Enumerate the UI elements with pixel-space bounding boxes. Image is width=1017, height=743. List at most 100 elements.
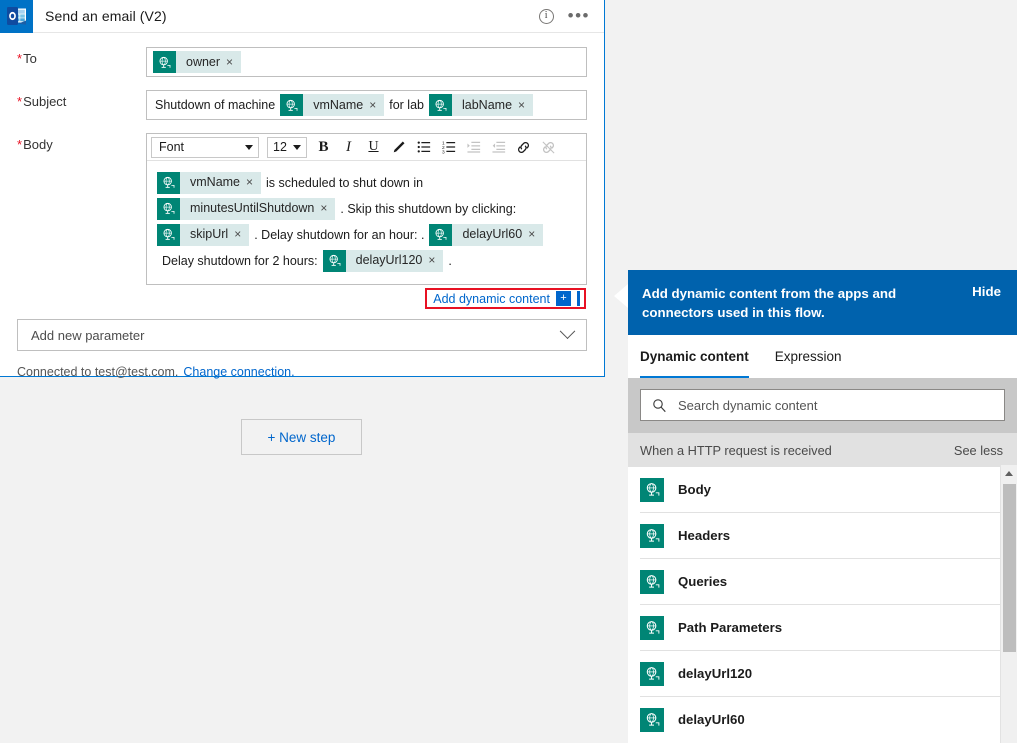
list-item[interactable]: delayUrl120 <box>628 651 1017 696</box>
list-item[interactable]: Queries <box>628 559 1017 604</box>
http-token-icon-glyph <box>163 229 175 241</box>
decrease-indent-icon[interactable] <box>486 135 511 160</box>
token-label: labName <box>462 98 513 112</box>
token-remove-icon[interactable]: × <box>369 98 384 112</box>
token-chip-delayurl60[interactable]: delayUrl60 × <box>429 222 544 247</box>
http-token-icon <box>429 223 453 246</box>
list-item-label: Queries <box>678 574 728 589</box>
bold-button[interactable]: B <box>311 135 336 160</box>
token-remove-icon[interactable]: × <box>428 248 443 273</box>
svg-text:3: 3 <box>442 149 445 154</box>
http-token-icon <box>640 615 664 640</box>
subject-text-2: for lab <box>389 98 424 112</box>
required-indicator: * <box>17 137 23 152</box>
hide-panel-button[interactable]: Hide <box>972 284 1001 299</box>
token-chip-delayurl120[interactable]: delayUrl120 × <box>322 248 444 273</box>
change-connection-link[interactable]: Change connection. <box>183 365 294 379</box>
bulleted-list-icon[interactable] <box>411 135 436 160</box>
chevron-up-icon <box>1005 471 1013 476</box>
token-chip-vmname[interactable]: vmName × <box>280 94 385 116</box>
add-dynamic-content-button[interactable]: Add dynamic content + <box>425 288 586 309</box>
body-text-3: . Delay shutdown for an hour: . <box>254 228 425 242</box>
token-remove-icon[interactable]: × <box>528 222 543 247</box>
divider <box>577 291 580 306</box>
panel-scrollbar[interactable] <box>1000 465 1017 743</box>
http-token-icon-glyph <box>329 255 341 267</box>
http-token-icon-glyph <box>435 99 447 111</box>
add-new-parameter-select[interactable]: Add new parameter <box>17 319 587 351</box>
bold-label: B <box>318 138 329 155</box>
token-chip-minutesuntilshutdown[interactable]: minutesUntilShutdown × <box>157 196 336 221</box>
underline-button[interactable]: U <box>361 135 386 160</box>
token-remove-icon[interactable]: × <box>226 55 241 69</box>
connection-status: Connected to test@test.com. Change connec… <box>17 365 604 379</box>
body-rich-text-editor[interactable]: Font 12 B I U 1 2 3 vmName × is schedule… <box>146 133 587 285</box>
insert-link-icon[interactable] <box>511 135 536 160</box>
token-chip-vmname[interactable]: vmName × <box>157 170 262 195</box>
http-token-icon-glyph <box>435 229 447 241</box>
decrease-indent-icon-glyph <box>491 141 505 153</box>
token-remove-icon[interactable]: × <box>246 170 261 195</box>
required-indicator: * <box>17 94 23 109</box>
http-token-icon-glyph <box>646 575 659 588</box>
card-header: Send an email (V2) i ••• <box>0 0 604 33</box>
search-dynamic-content-input[interactable]: Search dynamic content <box>640 389 1005 421</box>
field-row-body: *Body Font 12 B I U 1 2 3 vmName × is sc… <box>0 133 604 285</box>
pen-highlight-icon-glyph <box>393 141 405 152</box>
http-token-icon-glyph <box>159 56 171 68</box>
http-token-icon <box>429 94 452 116</box>
token-chip-labname[interactable]: labName × <box>429 94 534 116</box>
numbered-list-icon[interactable]: 1 2 3 <box>436 135 461 160</box>
token-remove-icon[interactable]: × <box>234 222 249 247</box>
http-token-icon-glyph <box>646 621 659 634</box>
subject-input[interactable]: Shutdown of machine vmName × for lab lab… <box>146 90 587 120</box>
new-step-button[interactable]: + New step <box>241 419 362 455</box>
see-less-toggle[interactable]: See less <box>954 443 1003 458</box>
token-label: minutesUntilShutdown <box>190 201 315 216</box>
list-item[interactable]: delayUrl60 <box>628 697 1017 742</box>
list-item[interactable]: Path Parameters <box>628 605 1017 650</box>
required-indicator: * <box>17 51 23 66</box>
http-token-icon-glyph <box>646 529 659 542</box>
font-size-select[interactable]: 12 <box>267 136 307 158</box>
scroll-up-button[interactable] <box>1001 465 1017 482</box>
http-token-icon-glyph <box>163 177 175 189</box>
scrollbar-thumb[interactable] <box>1003 484 1016 652</box>
list-item-label: Path Parameters <box>678 620 783 635</box>
subject-label: *Subject <box>17 94 67 109</box>
tab-expression[interactable]: Expression <box>775 335 842 378</box>
dynamic-content-list: Body Headers Queries Path Parameters del… <box>628 467 1017 742</box>
increase-indent-icon[interactable] <box>461 135 486 160</box>
group-title: When a HTTP request is received <box>640 442 832 458</box>
italic-button[interactable]: I <box>336 135 361 160</box>
token-chip-skipurl[interactable]: skipUrl × <box>157 222 250 247</box>
body-text-1: is scheduled to shut down in <box>266 176 424 190</box>
http-token-icon <box>640 661 664 686</box>
list-item[interactable]: Body <box>628 467 1017 512</box>
remove-link-icon[interactable] <box>536 135 561 160</box>
add-dynamic-content-label: Add dynamic content <box>433 291 550 306</box>
token-remove-icon[interactable]: × <box>518 98 533 112</box>
card-title: Send an email (V2) <box>45 8 167 24</box>
list-item-label: delayUrl60 <box>678 712 745 727</box>
italic-label: I <box>346 138 351 155</box>
token-label: skipUrl <box>190 227 229 242</box>
tab-dynamic-content[interactable]: Dynamic content <box>640 335 749 378</box>
to-input[interactable]: owner × <box>146 47 587 77</box>
new-step-label: + New step <box>267 429 336 445</box>
token-remove-icon[interactable]: × <box>320 196 335 221</box>
pen-highlight-icon[interactable] <box>386 135 411 160</box>
chevron-down-icon <box>245 144 253 150</box>
body-content[interactable]: vmName × is scheduled to shut down in mi… <box>147 161 586 284</box>
list-item[interactable]: Headers <box>628 513 1017 558</box>
search-icon <box>652 398 667 413</box>
ellipsis-icon[interactable]: ••• <box>568 7 590 24</box>
token-chip-owner[interactable]: owner × <box>153 51 242 73</box>
http-token-icon-glyph <box>646 713 659 726</box>
numbered-list-icon-glyph: 1 2 3 <box>442 140 455 154</box>
token-label: delayUrl120 <box>355 253 423 268</box>
panel-tabs: Dynamic content Expression <box>628 335 1017 378</box>
info-icon[interactable]: i <box>538 8 554 24</box>
font-family-select[interactable]: Font <box>151 136 259 158</box>
http-token-icon-glyph <box>646 667 659 680</box>
